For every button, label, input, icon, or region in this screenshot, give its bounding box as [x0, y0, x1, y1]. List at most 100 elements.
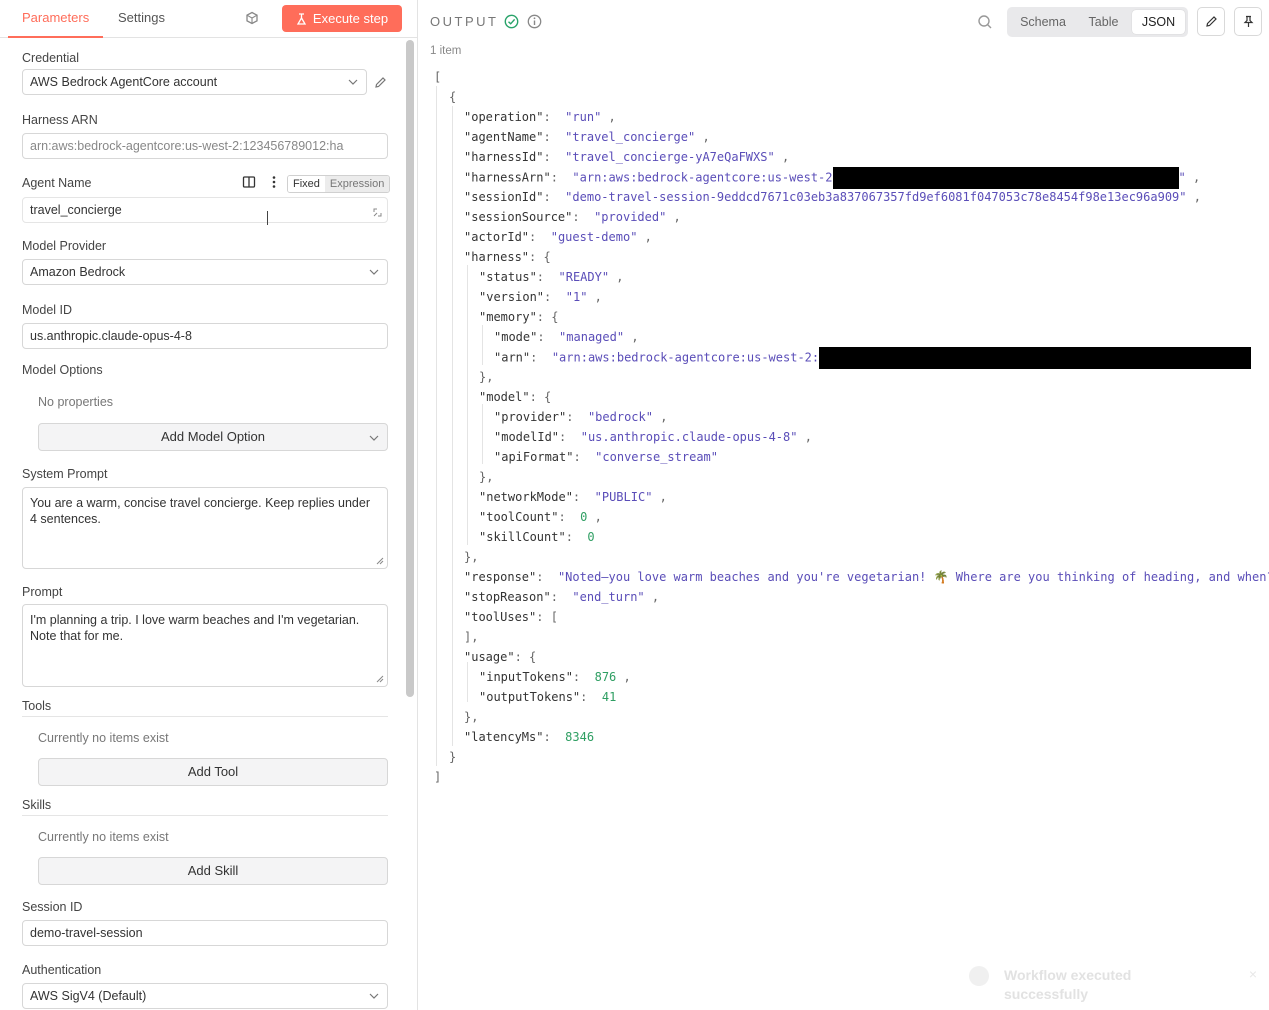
chevron-down-icon [369, 993, 379, 999]
docs-icon[interactable] [245, 11, 259, 25]
json-line: "memory": { [479, 310, 559, 324]
authentication-label: Authentication [22, 963, 102, 977]
json-line: "outputTokens": 41 [479, 690, 617, 704]
add-model-option-button[interactable]: Add Model Option [38, 423, 388, 451]
more-vertical-icon[interactable] [269, 175, 279, 189]
expand-icon[interactable] [373, 208, 382, 217]
json-line: "sessionSource": "provided" , [464, 210, 681, 224]
json-line: "stopReason": "end_turn" , [464, 590, 660, 604]
json-line: "response": "Noted—you love warm beaches… [464, 570, 1269, 584]
credential-label: Credential [22, 51, 79, 65]
session-id-input[interactable]: demo-travel-session [22, 920, 388, 946]
json-line: "apiFormat": "converse_stream" [494, 450, 719, 464]
json-line: "usage": { [464, 650, 537, 664]
view-table-button[interactable]: Table [1076, 10, 1131, 34]
text-cursor [267, 211, 269, 225]
pin-icon [1243, 15, 1253, 27]
execute-step-button[interactable]: Execute step [282, 5, 402, 32]
agent-name-input[interactable]: travel_concierge [22, 197, 388, 223]
json-line: }, [479, 470, 494, 484]
pencil-icon[interactable] [374, 76, 387, 89]
fixed-expression-toggle[interactable]: Fixed Expression [287, 175, 391, 193]
harness-arn-input[interactable]: arn:aws:bedrock-agentcore:us-west-2:1234… [22, 133, 388, 159]
tab-settings[interactable]: Settings [104, 0, 179, 38]
info-icon[interactable] [527, 14, 542, 29]
play-icon [296, 12, 307, 25]
json-line: "inputTokens": 876 , [479, 670, 631, 684]
credential-select[interactable]: AWS Bedrock AgentCore account [22, 69, 367, 95]
system-prompt-label: System Prompt [22, 467, 108, 481]
indent-guide [482, 325, 483, 365]
prompt-textarea[interactable]: I'm planning a trip. I love warm beaches… [22, 604, 388, 687]
agent-name-label: Agent Name [22, 176, 92, 190]
json-line: "sessionId": "demo-travel-session-9eddcd… [464, 190, 1201, 204]
output-title: OUTPUT [430, 14, 499, 29]
fixed-option[interactable]: Fixed [288, 176, 325, 192]
json-line: [ [434, 70, 442, 84]
json-line: "mode": "managed" , [494, 330, 639, 344]
edit-output-button[interactable] [1197, 7, 1225, 36]
pin-data-button[interactable] [1234, 7, 1262, 36]
chevron-down-icon [369, 269, 379, 275]
panel-icon[interactable] [242, 175, 256, 189]
parameters-form: Credential AWS Bedrock AgentCore account… [22, 40, 391, 1010]
expression-option[interactable]: Expression [324, 176, 390, 192]
json-line: "toolUses": [ [464, 610, 558, 624]
model-provider-value: Amazon Bedrock [30, 265, 126, 279]
json-line: "actorId": "guest-demo" , [464, 230, 652, 244]
model-id-label: Model ID [22, 303, 73, 317]
harness-arn-label: Harness ARN [22, 113, 98, 127]
success-toast: Workflow executed successfully × [955, 952, 1269, 1010]
session-id-label: Session ID [22, 900, 83, 914]
redacted-block [819, 347, 1252, 369]
prompt-label: Prompt [22, 585, 63, 599]
json-line: "toolCount": 0 , [479, 510, 602, 524]
json-line: "model": { [479, 390, 552, 404]
view-schema-button[interactable]: Schema [1010, 10, 1076, 34]
prompt-value: I'm planning a trip. I love warm beaches… [30, 613, 360, 643]
indent-guide [436, 86, 437, 766]
model-provider-select[interactable]: Amazon Bedrock [22, 259, 388, 285]
check-circle-icon [504, 14, 519, 29]
json-line: } [449, 750, 457, 764]
success-icon [969, 966, 989, 986]
pencil-icon [1205, 16, 1217, 27]
json-line: "skillCount": 0 [479, 530, 595, 544]
skills-divider [22, 815, 388, 816]
redacted-block [832, 167, 1179, 189]
json-line: ], [464, 630, 479, 644]
model-id-input[interactable]: us.anthropic.claude-opus-4-8 [22, 323, 388, 349]
json-line: "modelId": "us.anthropic.claude-opus-4-8… [494, 430, 812, 444]
model-options-empty: No properties [38, 395, 114, 409]
indent-guide [467, 265, 468, 545]
indent-guide [482, 404, 483, 464]
output-panel: OUTPUT Schema Table JSON 1 item [ { "ope… [419, 0, 1269, 1010]
resize-handle-icon[interactable] [376, 675, 384, 683]
panel-tabs: Parameters Settings Execute step [0, 0, 418, 38]
items-count: 1 item [430, 45, 462, 57]
agent-name-value: travel_concierge [30, 203, 122, 217]
resize-handle-icon[interactable] [376, 557, 384, 565]
indent-guide [467, 662, 468, 702]
json-viewer[interactable]: [ { "operation": "run" , "agentName": "t… [419, 64, 1269, 804]
json-line: ] [434, 770, 442, 784]
parameters-scrollbar[interactable] [406, 40, 414, 697]
json-line: "harnessId": "travel_concierge-yA7eQaFWX… [464, 150, 790, 164]
chevron-down-icon [348, 79, 358, 85]
authentication-select[interactable]: AWS SigV4 (Default) [22, 983, 388, 1009]
json-line: }, [464, 550, 479, 564]
system-prompt-value: You are a warm, concise travel concierge… [30, 496, 371, 526]
close-icon[interactable]: × [1249, 966, 1257, 982]
search-icon[interactable] [977, 14, 993, 30]
tab-parameters[interactable]: Parameters [8, 0, 104, 38]
view-json-button[interactable]: JSON [1132, 10, 1185, 34]
add-model-option-label: Add Model Option [160, 429, 266, 444]
add-tool-button[interactable]: Add Tool [38, 758, 388, 786]
system-prompt-textarea[interactable]: You are a warm, concise travel concierge… [22, 487, 388, 569]
json-line: "agentName": "travel_concierge" , [464, 130, 710, 144]
json-line: "version": "1" , [479, 290, 602, 304]
model-options-label: Model Options [22, 363, 103, 377]
add-skill-button[interactable]: Add Skill [38, 857, 388, 885]
output-view-switcher: Schema Table JSON [1007, 7, 1188, 37]
json-line: "status": "READY" , [479, 270, 624, 284]
